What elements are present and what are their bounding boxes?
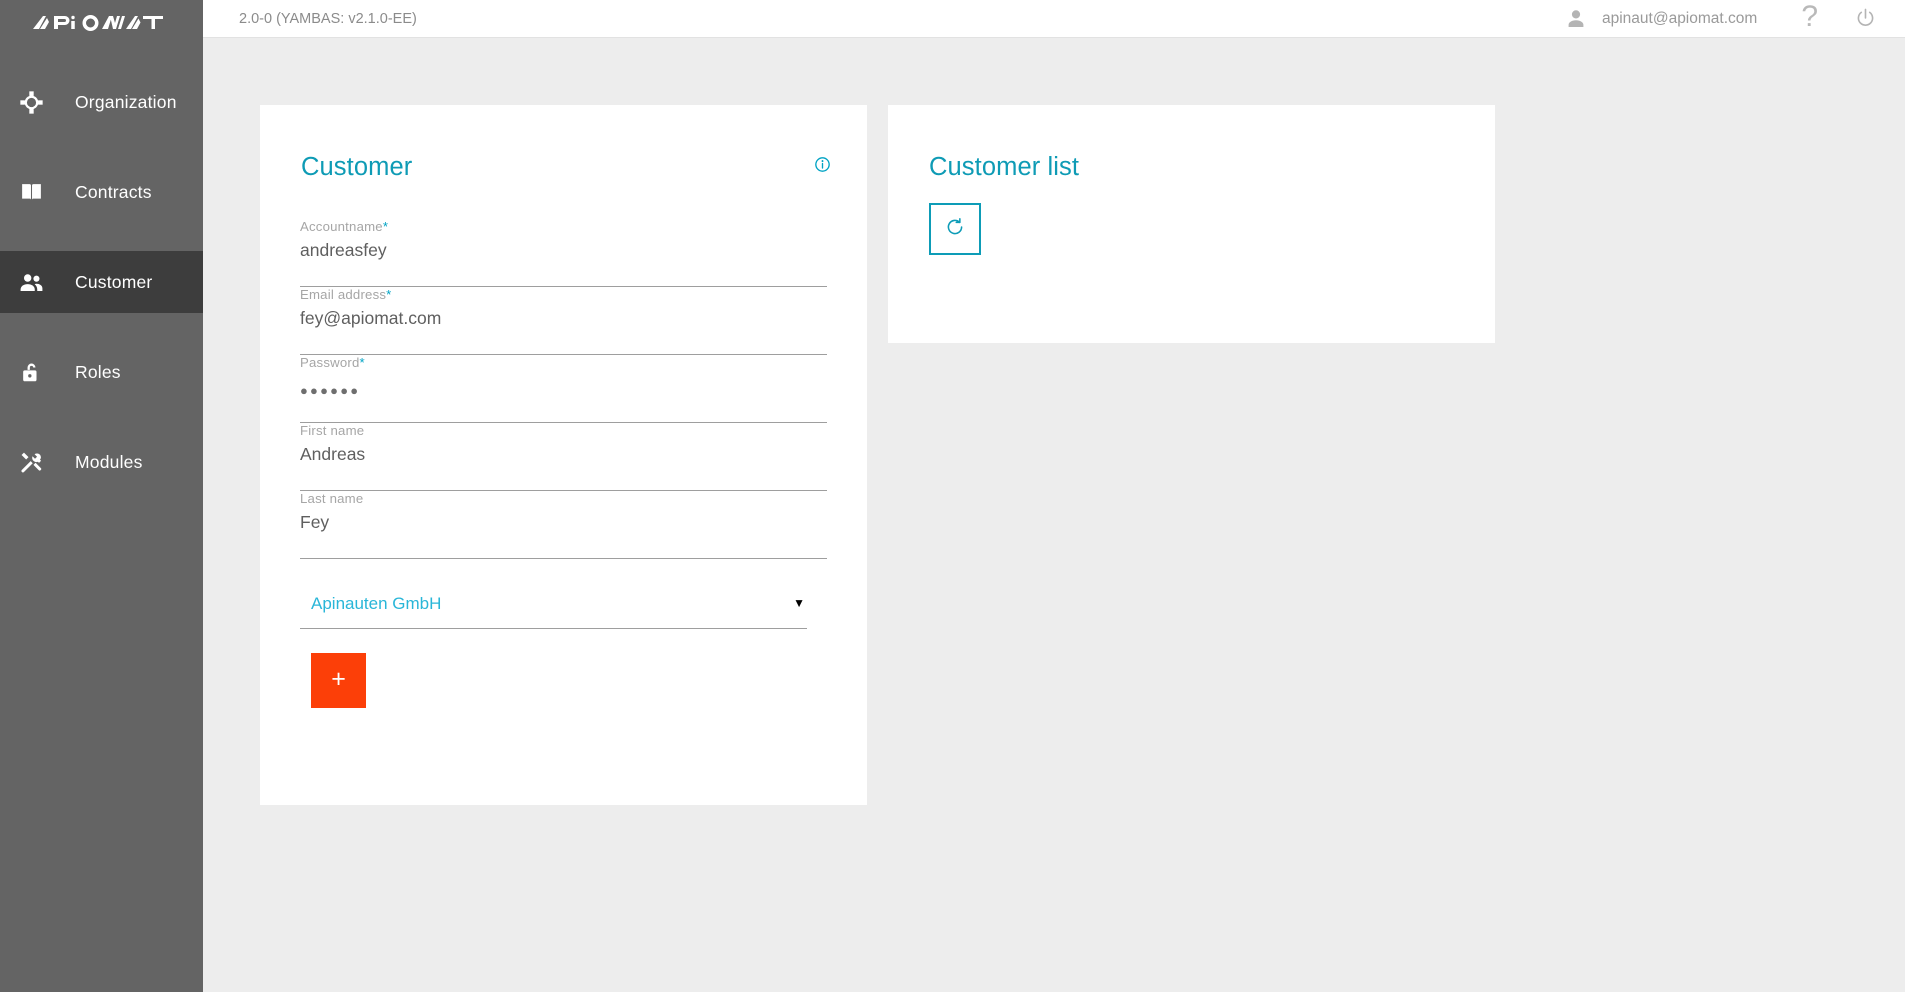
main-content: Customer Accountname* andreasfey Email a… (203, 38, 1905, 992)
required-asterisk: * (386, 287, 392, 302)
first-name-input[interactable]: Andreas (300, 444, 365, 465)
field-label: First name (300, 423, 365, 438)
required-asterisk: * (359, 355, 365, 370)
organization-select[interactable]: Apinauten GmbH ▼ (300, 591, 807, 629)
person-icon (1564, 7, 1588, 31)
sidebar-item-label: Modules (75, 451, 143, 472)
question-mark-icon[interactable]: ? (1801, 2, 1818, 35)
last-name-input[interactable]: Fey (300, 512, 329, 533)
password-input[interactable]: ●●●●●● (300, 383, 360, 398)
user-email-label[interactable]: apinaut@apiomat.com (1602, 10, 1757, 28)
email-address-input[interactable]: fey@apiomat.com (300, 308, 441, 329)
organization-select-value: Apinauten GmbH (311, 594, 442, 613)
sidebar-item-label: Roles (75, 361, 121, 382)
brand-logo[interactable] (0, 0, 203, 42)
customer-list-card: Customer list (888, 105, 1495, 343)
version-label: 2.0-0 (YAMBAS: v2.1.0-EE) (239, 10, 417, 27)
sidebar-item-label: Customer (75, 271, 153, 292)
field-first-name[interactable]: First name Andreas (300, 423, 827, 491)
sidebar-item-contracts[interactable]: Contracts (0, 161, 203, 223)
top-bar-right: apinaut@apiomat.com ? (1564, 2, 1905, 35)
sidebar: Organization Contracts Customer Roles Mo… (0, 0, 203, 992)
sidebar-item-customer[interactable]: Customer (0, 251, 203, 313)
field-label: Last name (300, 491, 364, 506)
top-bar: 2.0-0 (YAMBAS: v2.1.0-EE) apinaut@apioma… (203, 0, 1905, 38)
power-off-icon[interactable] (1854, 7, 1877, 30)
add-customer-button[interactable]: + (311, 653, 366, 708)
chevron-down-icon: ▼ (793, 596, 805, 610)
sidebar-item-organization[interactable]: Organization (0, 71, 203, 133)
sidebar-item-label: Organization (75, 91, 177, 112)
customer-list-card-title: Customer list (929, 153, 1080, 181)
field-accountname[interactable]: Accountname* andreasfey (300, 219, 827, 287)
apiomat-logo-icon (32, 11, 172, 35)
customer-form: Accountname* andreasfey Email address* f… (300, 219, 827, 708)
refresh-customer-list-button[interactable] (929, 203, 981, 255)
sidebar-item-modules[interactable]: Modules (0, 431, 203, 493)
field-label: Accountname* (300, 219, 389, 234)
customer-card: Customer Accountname* andreasfey Email a… (260, 105, 867, 805)
customer-card-title: Customer (301, 153, 413, 181)
field-label: Email address* (300, 287, 392, 302)
field-password[interactable]: Password* ●●●●●● (300, 355, 827, 423)
field-label: Password* (300, 355, 365, 370)
info-circle-icon[interactable] (814, 156, 831, 178)
field-last-name[interactable]: Last name Fey (300, 491, 827, 559)
field-email-address[interactable]: Email address* fey@apiomat.com (300, 287, 827, 355)
refresh-icon (944, 216, 966, 243)
sidebar-spacer-top (0, 42, 203, 71)
required-asterisk: * (382, 219, 389, 234)
sidebar-item-label: Contracts (75, 181, 152, 202)
people-icon (14, 265, 48, 299)
lock-open-icon (14, 355, 48, 389)
accountname-input[interactable]: andreasfey (300, 240, 387, 261)
organization-network-icon (14, 85, 48, 119)
hammer-wrench-icon (14, 445, 48, 479)
open-book-icon (14, 175, 48, 209)
plus-icon: + (331, 665, 346, 693)
sidebar-item-roles[interactable]: Roles (0, 341, 203, 403)
